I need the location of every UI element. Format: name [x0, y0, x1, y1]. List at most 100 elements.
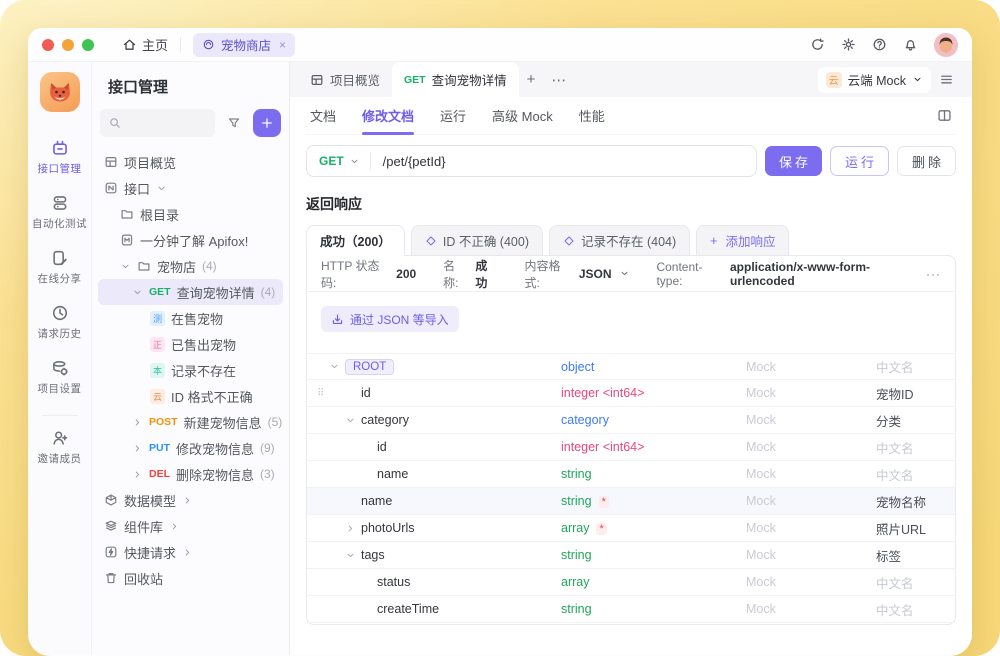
url-input[interactable]: /pet/{petId} [371, 154, 458, 169]
schema-row[interactable]: photoUrlsarray*Mock照片URL [307, 515, 955, 542]
tree-item[interactable]: 数据模型 [98, 487, 283, 513]
tree-item[interactable]: POST新建宠物信息(5) [98, 409, 283, 435]
field-type-cell[interactable]: string* [561, 494, 746, 508]
new-tab-button[interactable]: + [519, 71, 544, 88]
home-tab[interactable]: 主页 [122, 35, 168, 54]
tree-item[interactable]: 快捷请求 [98, 539, 283, 565]
schema-row[interactable]: categorycategoryMock分类 [307, 407, 955, 434]
rail-item-share[interactable]: 在线分享 [30, 240, 90, 295]
environment-selector[interactable]: 云 云端 Mock [818, 67, 931, 93]
mock-cell[interactable]: Mock [746, 360, 876, 374]
zoom-window-button[interactable] [82, 39, 94, 51]
save-button[interactable]: 保存 [765, 146, 822, 176]
tree-item[interactable]: 项目概览 [98, 149, 283, 175]
schema-row[interactable]: name string*Mock宠物名称 [307, 488, 955, 515]
mock-cell[interactable]: Mock [746, 494, 876, 508]
method-select[interactable]: GET [307, 154, 370, 168]
tab-more-icon[interactable]: ⋯ [543, 71, 574, 89]
field-name[interactable]: status [377, 575, 410, 589]
drag-handle-icon[interactable]: ⠿ [317, 388, 329, 399]
run-button[interactable]: 运行 [830, 146, 889, 176]
tree-item[interactable]: 本记录不存在 [98, 357, 283, 383]
import-json-button[interactable]: 通过 JSON 等导入 [321, 306, 459, 332]
mock-cell[interactable]: Mock [746, 386, 876, 400]
app-logo[interactable] [40, 72, 80, 112]
field-name[interactable]: name [361, 494, 392, 508]
notifications-icon[interactable] [903, 37, 918, 52]
rail-item-automation[interactable]: 自动化测试 [30, 185, 90, 240]
tree-item[interactable]: GET查询宠物详情(4) [98, 279, 283, 305]
tree-item[interactable]: 一分钟了解 Apifox! [98, 227, 283, 253]
help-icon[interactable] [872, 37, 887, 52]
tree-item[interactable]: 根目录 [98, 201, 283, 227]
tree-item[interactable]: 接口 [98, 175, 283, 201]
mock-cell[interactable]: Mock [746, 602, 876, 616]
schema-row[interactable]: idinteger <int64>Mock中文名 [307, 434, 955, 461]
add-response-tab[interactable]: +添加响应 [696, 225, 789, 256]
response-tab[interactable]: 记录不存在 (404) [549, 225, 690, 256]
subtab[interactable]: 性能 [579, 97, 605, 135]
schema-row[interactable]: status arrayMock中文名 [307, 569, 955, 596]
close-window-button[interactable] [42, 39, 54, 51]
field-name[interactable]: id [361, 386, 371, 400]
schema-row[interactable]: createTimestringMock中文名 [307, 596, 955, 623]
field-type-cell[interactable]: string [561, 467, 746, 481]
response-tab[interactable]: 成功（200） [306, 225, 405, 256]
filter-icon[interactable] [221, 110, 247, 136]
search-input[interactable] [100, 109, 215, 137]
mock-cell[interactable]: Mock [746, 440, 876, 454]
chinese-name-cell[interactable]: 中文名 [876, 465, 939, 484]
field-type-cell[interactable]: array [561, 575, 746, 589]
tree-item[interactable]: 正已售出宠物 [98, 331, 283, 357]
chinese-name-cell[interactable]: 标签 [876, 546, 939, 565]
rail-item-history[interactable]: 请求历史 [30, 295, 90, 350]
chinese-name-cell[interactable]: 宠物名称 [876, 492, 939, 511]
format-value[interactable]: JSON [579, 267, 612, 281]
chevron-down-icon[interactable] [345, 550, 361, 561]
field-type-cell[interactable]: integer <int64> [561, 440, 746, 454]
field-name[interactable]: createTime [377, 602, 439, 616]
chevron-down-icon[interactable] [345, 415, 361, 426]
subtab[interactable]: 高级 Mock [492, 97, 553, 135]
tree-item[interactable]: 回收站 [98, 565, 283, 591]
invite-members-button[interactable]: 邀请成员 [30, 420, 90, 475]
menu-icon[interactable] [931, 72, 962, 87]
chinese-name-cell[interactable]: 中文名 [876, 573, 939, 592]
schema-row[interactable]: ROOTobjectMock中文名 [307, 353, 955, 380]
mock-cell[interactable]: Mock [746, 521, 876, 535]
mock-cell[interactable]: Mock [746, 548, 876, 562]
meta-more-icon[interactable]: ··· [926, 267, 941, 281]
tree-item[interactable]: 云ID 格式不正确 [98, 383, 283, 409]
schema-row[interactable]: tagsstringMock标签 [307, 542, 955, 569]
add-button[interactable] [253, 109, 281, 137]
subtab[interactable]: 修改文档 [362, 97, 414, 135]
schema-row[interactable]: name stringMock中文名 [307, 461, 955, 488]
rail-item-settings[interactable]: 项目设置 [30, 350, 90, 405]
field-type-cell[interactable]: integer <int64> [561, 386, 746, 400]
project-tab-close-icon[interactable]: × [279, 38, 286, 52]
mock-cell[interactable]: Mock [746, 467, 876, 481]
avatar[interactable] [934, 33, 958, 57]
minimize-window-button[interactable] [62, 39, 74, 51]
mock-cell[interactable]: Mock [746, 575, 876, 589]
field-name[interactable]: category [361, 413, 409, 427]
field-name[interactable]: photoUrls [361, 521, 415, 535]
field-type-cell[interactable]: category [561, 413, 746, 427]
tab-endpoint-active[interactable]: GET 查询宠物详情 [392, 62, 519, 97]
chinese-name-cell[interactable]: 分类 [876, 411, 939, 430]
response-tab[interactable]: ID 不正确 (400) [411, 225, 543, 256]
status-code-value[interactable]: 200 [396, 267, 416, 281]
tree-item[interactable]: 测在售宠物 [98, 305, 283, 331]
field-name[interactable]: id [377, 440, 387, 454]
chevron-right-icon[interactable] [345, 523, 361, 534]
content-type-value[interactable]: application/x-www-form-urlencoded [730, 260, 919, 288]
chinese-name-cell[interactable]: 宠物ID [876, 384, 939, 403]
field-name[interactable]: name [377, 467, 408, 481]
refresh-icon[interactable] [810, 37, 825, 52]
tree-item[interactable]: PUT修改宠物信息(9) [98, 435, 283, 461]
tab-project-overview[interactable]: 项目概览 [298, 62, 392, 97]
tree-item[interactable]: 宠物店(4) [98, 253, 283, 279]
mock-cell[interactable]: Mock [746, 413, 876, 427]
subtab[interactable]: 运行 [440, 97, 466, 135]
delete-button[interactable]: 删除 [897, 146, 956, 176]
